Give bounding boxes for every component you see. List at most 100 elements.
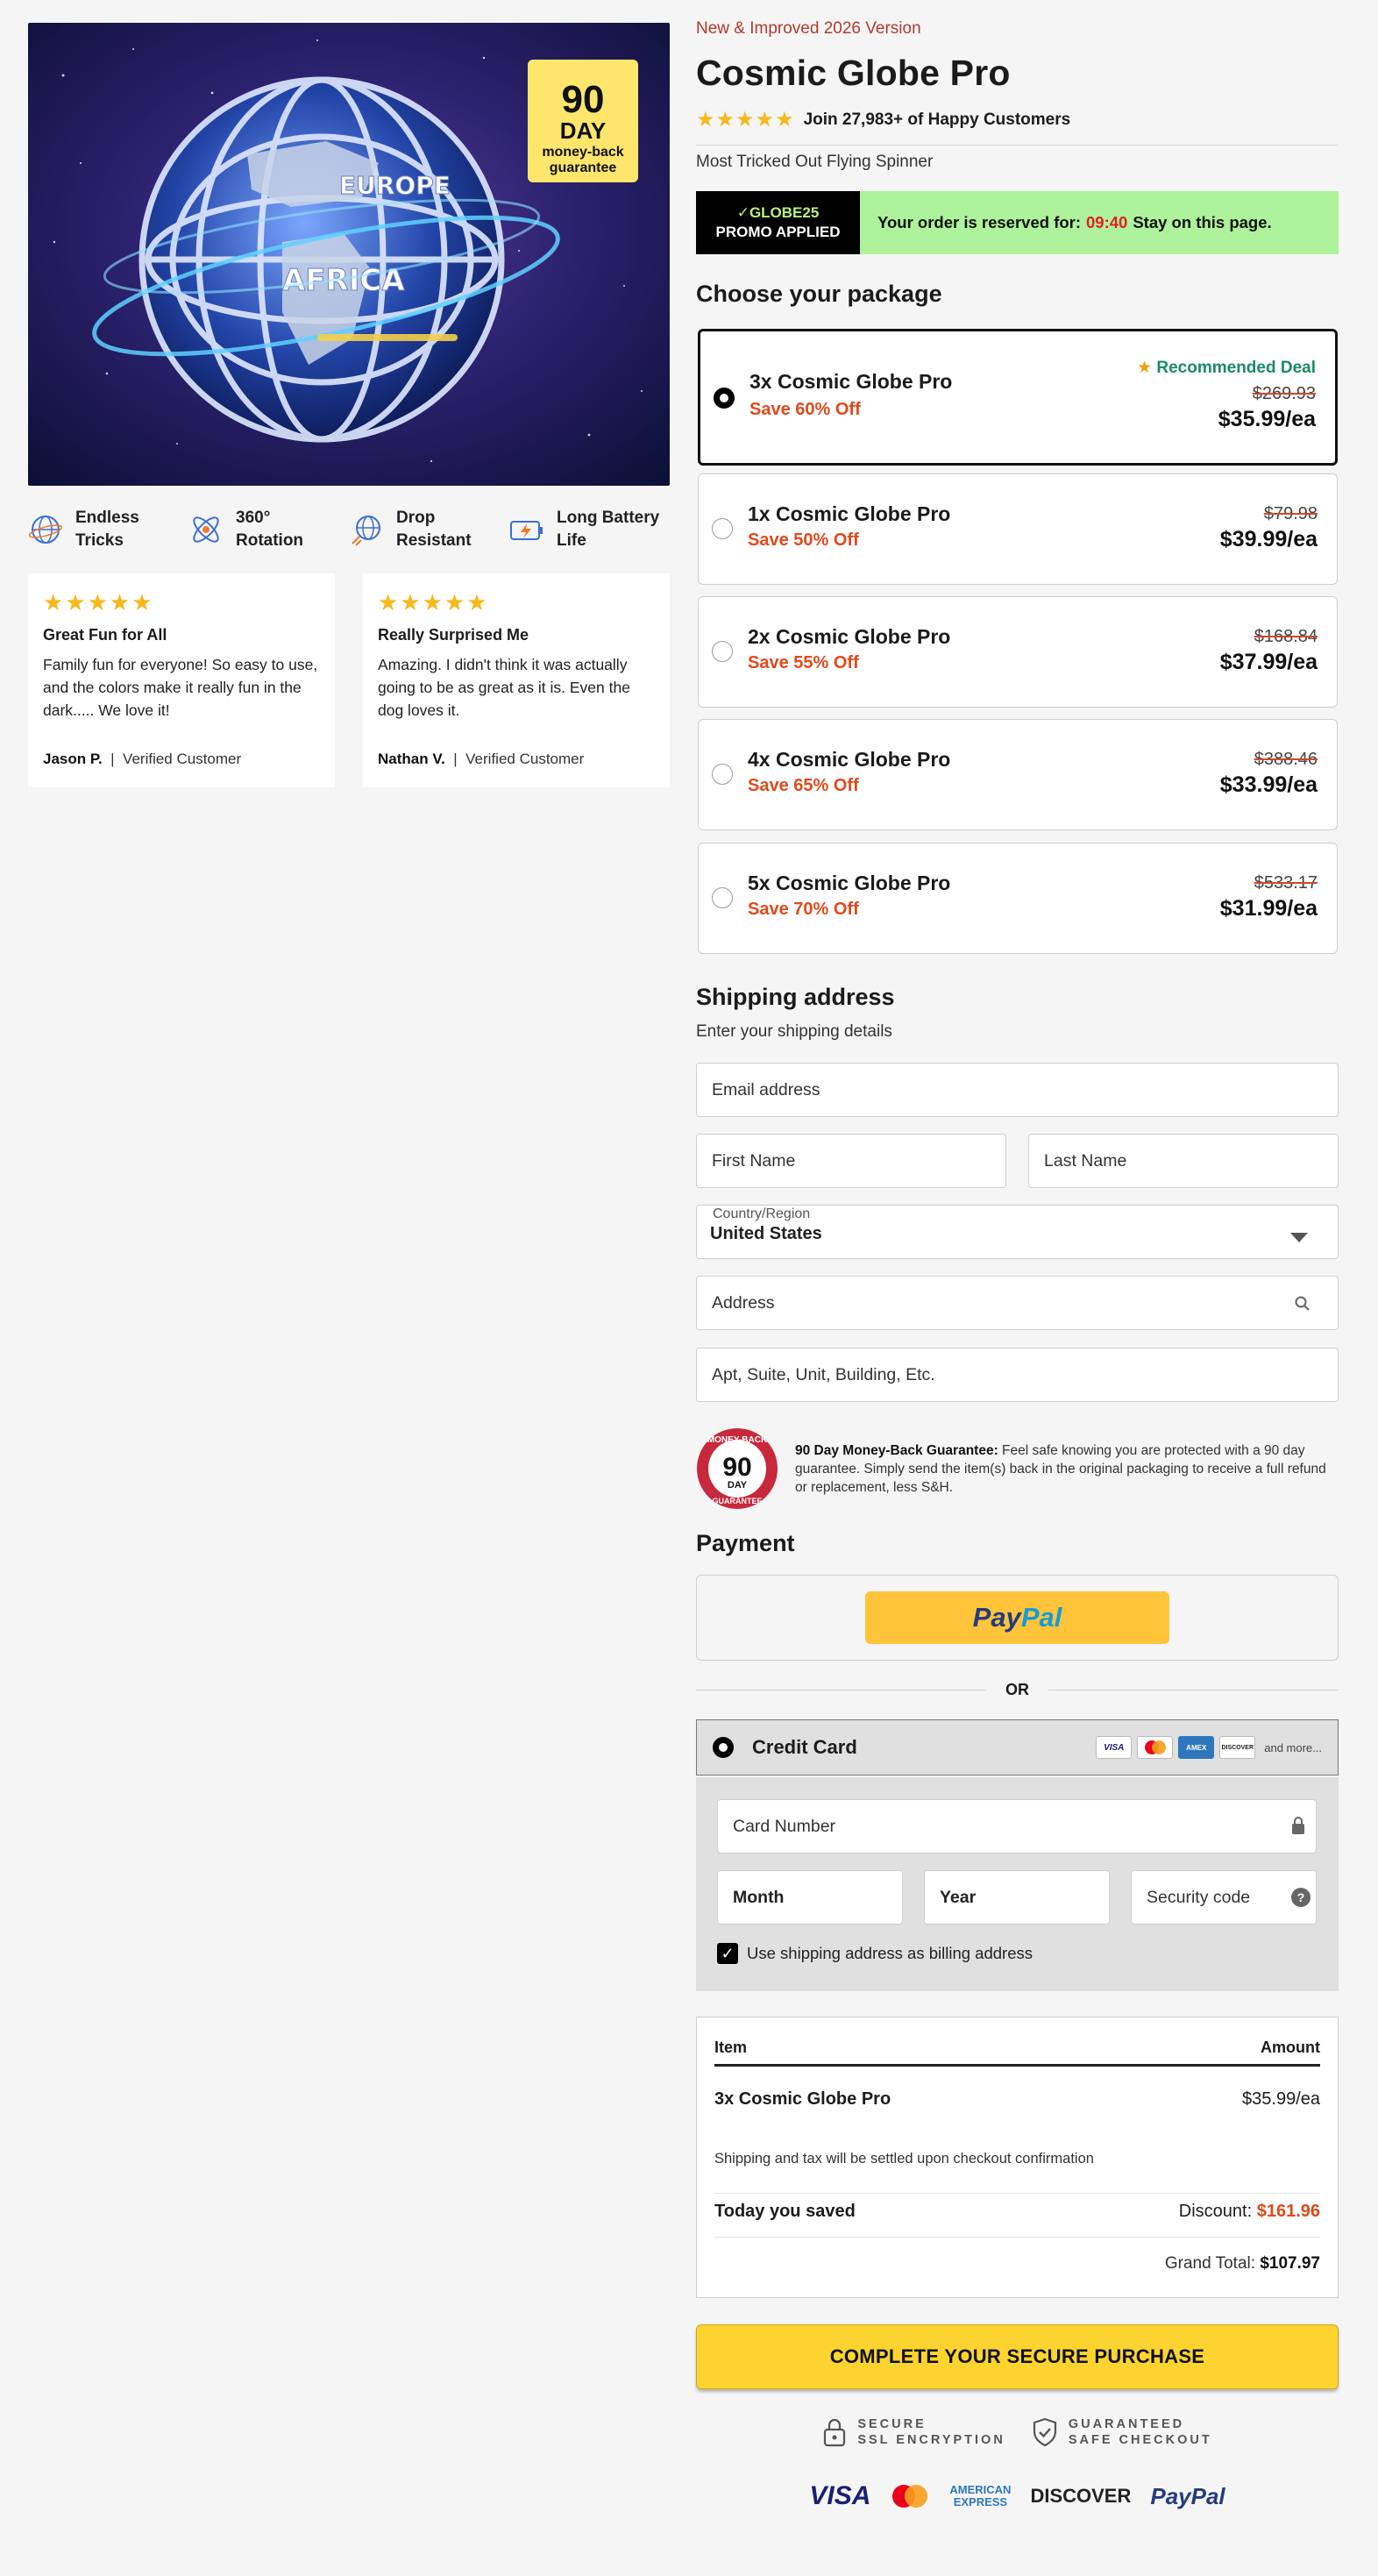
country-value: United States: [710, 1223, 822, 1243]
paypal-button[interactable]: Pay Pal: [865, 1591, 1169, 1644]
svg-text:90: 90: [562, 78, 605, 121]
reservation-timer: Your order is reserved for: 09:40 Stay o…: [860, 191, 1339, 254]
package-price: $35.99/ea: [1218, 407, 1316, 431]
card-number-field[interactable]: Card Number: [717, 1799, 1317, 1854]
svg-text:DAY: DAY: [728, 1480, 748, 1491]
package-price: $33.99/ea: [1219, 772, 1318, 797]
complete-purchase-button[interactable]: COMPLETE YOUR SECURE PURCHASE: [696, 2324, 1339, 2389]
country-select[interactable]: Country/Region United States: [696, 1205, 1339, 1259]
svg-text:90: 90: [722, 1453, 751, 1482]
version-eyebrow: New & Improved 2026 Version: [696, 19, 921, 38]
payment-logos: VISA AMERICAN EXPRESS DISCOVER PayPal: [696, 2478, 1339, 2515]
package-save: Save 60% Off: [749, 400, 861, 419]
package-save: Save 55% Off: [748, 653, 859, 672]
search-icon[interactable]: [1294, 1295, 1311, 1313]
package-radio[interactable]: [712, 518, 733, 539]
help-icon[interactable]: ?: [1291, 1888, 1311, 1907]
svg-text:GUARANTEE: GUARANTEE: [712, 1497, 762, 1505]
drop-resistant-icon: [352, 516, 380, 546]
amex-logo: AMERICAN EXPRESS: [949, 2483, 1012, 2508]
map-label-europe: EUROPE: [339, 171, 451, 200]
package-heading: Choose your package: [696, 281, 942, 307]
country-label: Country/Region: [710, 1206, 813, 1222]
email-field[interactable]: Email address: [696, 1063, 1339, 1117]
package-radio[interactable]: [712, 641, 733, 662]
feature-label: Drop Resistant: [396, 509, 472, 550]
savings-row: Today you saved Discount: $161.96: [714, 2202, 1320, 2221]
lock-icon: [1292, 1817, 1304, 1834]
expiry-month-field[interactable]: Month: [717, 1870, 903, 1925]
billing-same-as-shipping[interactable]: ✓ Use shipping address as billing addres…: [717, 1943, 1033, 1964]
feature-drop-resistant: Drop Resistant: [349, 503, 509, 556]
apartment-field[interactable]: Apt, Suite, Unit, Building, Etc.: [696, 1348, 1339, 1402]
package-save: Save 50% Off: [748, 530, 859, 550]
package-radio[interactable]: [714, 388, 735, 409]
check-icon: ✓: [736, 204, 749, 221]
chevron-down-icon[interactable]: [1290, 1233, 1308, 1242]
promo-applied-label: PROMO APPLIED: [715, 224, 841, 240]
review-stars: ★★★★★: [378, 589, 489, 616]
mastercard-icon: [1137, 1736, 1174, 1759]
svg-text:MONEY-BACK: MONEY-BACK: [707, 1435, 768, 1445]
grand-total-row: Grand Total: $107.97: [1164, 2254, 1320, 2273]
review-card: ★★★★★ Great Fun for All Family fun for e…: [28, 573, 335, 787]
package-name: 5x Cosmic Globe Pro: [748, 872, 951, 894]
guarantee-text: 90 Day Money-Back Guarantee: Feel safe k…: [795, 1443, 1326, 1495]
promo-code: GLOBE25: [749, 204, 820, 221]
package-name: 4x Cosmic Globe Pro: [748, 748, 951, 771]
recommended-badge: ★ Recommended Deal: [1137, 359, 1316, 377]
package-old-price: $269.93: [1252, 384, 1316, 403]
credit-card-radio[interactable]: [713, 1737, 734, 1758]
guarantee-notice: MONEY-BACK 90 DAY GUARANTEE 90 Day Money…: [696, 1422, 1339, 1509]
package-option-4x[interactable]: 4x Cosmic Globe Pro Save 65% Off $388.46…: [698, 719, 1338, 830]
divider: [696, 145, 1339, 146]
product-tagline: Most Tricked Out Flying Spinner: [696, 153, 934, 171]
safe-checkout-badge: GUARANTEED SAFE CHECKOUT: [1032, 2413, 1212, 2451]
package-option-2x[interactable]: 2x Cosmic Globe Pro Save 55% Off $168.84…: [698, 596, 1338, 708]
svg-text:DAY: DAY: [560, 117, 607, 144]
package-name: 1x Cosmic Globe Pro: [748, 502, 951, 525]
shipping-subheading: Enter your shipping details: [696, 1022, 892, 1041]
guarantee-seal-icon: MONEY-BACK 90 DAY GUARANTEE: [697, 1428, 778, 1509]
summary-line-item: 3x Cosmic Globe Pro $35.99/ea: [714, 2089, 1320, 2109]
order-summary: Item Amount 3x Cosmic Globe Pro $35.99/e…: [696, 2017, 1339, 2298]
countdown-timer: 09:40: [1086, 213, 1128, 231]
package-radio[interactable]: [712, 764, 733, 785]
cosmic-globe-illustration: EUROPE AFRICA 90 DAY money-back guarante…: [28, 23, 670, 486]
package-old-price: $533.17: [1254, 873, 1318, 893]
package-radio[interactable]: [712, 887, 733, 908]
feature-label: Endless Tricks: [75, 509, 139, 550]
package-price: $31.99/ea: [1219, 896, 1318, 921]
grand-total-value: $107.97: [1260, 2254, 1320, 2273]
mastercard-logo: [892, 2485, 928, 2508]
review-card: ★★★★★ Really Surprised Me Amazing. I did…: [363, 573, 670, 787]
trust-badges: SECURE SSL ENCRYPTION GUARANTEED SAFE CHEC…: [696, 2413, 1339, 2451]
package-option-5x[interactable]: 5x Cosmic Globe Pro Save 70% Off $533.17…: [698, 843, 1338, 954]
package-price: $39.99/ea: [1219, 527, 1318, 551]
amex-icon: AMEX: [1178, 1736, 1215, 1759]
review-title: Really Surprised Me: [378, 626, 529, 644]
promo-code-box: ✓GLOBE25 PROMO APPLIED: [696, 191, 860, 254]
feature-label: 360° Rotation: [236, 509, 304, 550]
cards-more-text: and more...: [1264, 1740, 1322, 1754]
first-name-field[interactable]: First Name: [696, 1134, 1006, 1188]
visa-icon: VISA: [1096, 1736, 1133, 1759]
review-stars: ★★★★★: [43, 589, 154, 616]
last-name-field[interactable]: Last Name: [1028, 1134, 1339, 1188]
address-field[interactable]: Address: [696, 1276, 1339, 1330]
feature-strip: Endless Tricks 360° Rotation Drop Resist…: [28, 503, 670, 556]
svg-text:guarantee: guarantee: [550, 160, 617, 175]
package-option-3x[interactable]: 3x Cosmic Globe Pro Save 60% Off ★ Recom…: [698, 329, 1338, 466]
feature-long-battery: Long Battery Life: [509, 503, 670, 556]
checkbox-checked-icon[interactable]: ✓: [717, 1943, 738, 1964]
expiry-year-field[interactable]: Year: [924, 1870, 1110, 1925]
package-save: Save 65% Off: [748, 776, 859, 795]
discount-value: $161.96: [1256, 2202, 1320, 2221]
product-title: Cosmic Globe Pro: [696, 53, 1011, 93]
credit-card-option[interactable]: Credit Card VISA AMEX DISCOVER and more.…: [696, 1719, 1339, 1775]
package-option-1x[interactable]: 1x Cosmic Globe Pro Save 50% Off $79.98 …: [698, 473, 1338, 585]
security-code-field[interactable]: Security code: [1131, 1870, 1317, 1925]
promo-banner: ✓GLOBE25 PROMO APPLIED Your order is res…: [696, 191, 1339, 254]
summary-header: Item Amount: [714, 2039, 1320, 2067]
feature-360-rotation: 360° Rotation: [188, 503, 349, 556]
